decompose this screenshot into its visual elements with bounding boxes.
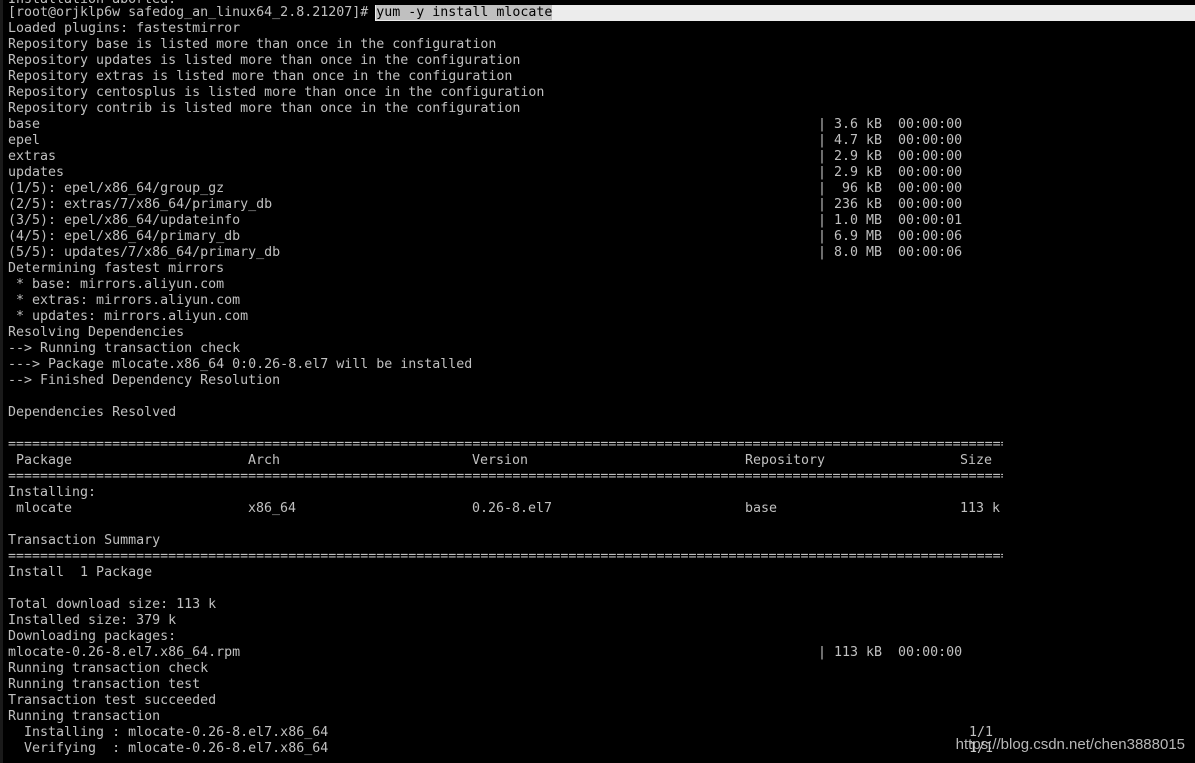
cell-arch: x86_64 xyxy=(248,501,297,516)
log-line: * updates: mirrors.aliyun.com xyxy=(8,309,249,324)
download-size: | 8.0 MB 00:00:06 xyxy=(818,245,963,260)
download-line: base | 3.6 kB 00:00:00 xyxy=(8,117,1188,133)
download-name: (2/5): extras/7/x86_64/primary_db xyxy=(8,197,273,212)
log-line: ---> Package mlocate.x86_64 0:0.26-8.el7… xyxy=(8,357,473,372)
download-line: (5/5): updates/7/x86_64/primary_db | 8.0 … xyxy=(8,245,1188,261)
rpm-size: | 113 kB 00:00:00 xyxy=(818,645,963,660)
log-line: Dependencies Resolved xyxy=(8,405,177,420)
download-line: (2/5): extras/7/x86_64/primary_db | 236 k… xyxy=(8,197,1188,213)
download-size: | 1.0 MB 00:00:01 xyxy=(818,213,963,228)
header-arch: Arch xyxy=(248,453,281,468)
log-line: Running transaction xyxy=(8,709,161,724)
download-name: extras xyxy=(8,149,57,164)
download-size: | 96 kB 00:00:00 xyxy=(818,181,963,196)
download-name: epel xyxy=(8,133,41,148)
terminal-window[interactable]: Installation aborted. [root@orjklp6w saf… xyxy=(0,0,1195,763)
window-edge xyxy=(0,0,3,763)
cell-size: 113 k xyxy=(960,501,1001,516)
log-line: --> Running transaction check xyxy=(8,341,241,356)
log-line: Repository updates is listed more than o… xyxy=(8,53,521,68)
rpm-download-line: mlocate-0.26-8.el7.x86_64.rpm | 113 kB 00… xyxy=(8,645,1188,661)
log-line: Loaded plugins: fastestmirror xyxy=(8,21,241,36)
table-header-row: Package Arch Version Repository Size xyxy=(8,453,1188,469)
table-section-label: Installing: xyxy=(8,485,97,500)
typed-command: yum -y install mlocate xyxy=(376,5,553,20)
download-name: (5/5): updates/7/x86_64/primary_db xyxy=(8,245,281,260)
download-name: updates xyxy=(8,165,65,180)
terminal-output[interactable]: [root@orjklp6w safedog_an_linux64_2.8.21… xyxy=(8,5,1188,757)
table-rule: ========================================… xyxy=(8,469,1003,484)
download-line: (3/5): epel/x86_64/updateinfo | 1.0 MB 00… xyxy=(8,213,1188,229)
table-rule: ========================================… xyxy=(8,437,1003,452)
prompt-line: [root@orjklp6w safedog_an_linux64_2.8.21… xyxy=(8,5,1188,21)
download-line: epel | 4.7 kB 00:00:00 xyxy=(8,133,1188,149)
summary-rule: ========================================… xyxy=(8,549,1003,564)
cell-version: 0.26-8.el7 xyxy=(472,501,553,516)
log-line: Installed size: 379 k xyxy=(8,613,177,628)
download-size: | 4.7 kB 00:00:00 xyxy=(818,133,963,148)
cell-package: mlocate xyxy=(8,501,73,516)
shell-prompt: [root@orjklp6w safedog_an_linux64_2.8.21… xyxy=(8,5,377,20)
step-text: Verifying : mlocate-0.26-8.el7.x86_64 xyxy=(8,741,329,756)
download-size: | 2.9 kB 00:00:00 xyxy=(818,165,963,180)
download-size: | 3.6 kB 00:00:00 xyxy=(818,117,963,132)
download-name: base xyxy=(8,117,41,132)
log-line: Total download size: 113 k xyxy=(8,597,217,612)
log-line: * base: mirrors.aliyun.com xyxy=(8,277,225,292)
download-name: (3/5): epel/x86_64/updateinfo xyxy=(8,213,241,228)
log-line: Downloading packages: xyxy=(8,629,177,644)
log-line: Running transaction check xyxy=(8,661,209,676)
log-line: Repository contrib is listed more than o… xyxy=(8,101,521,116)
header-package: Package xyxy=(8,453,73,468)
download-line: (1/5): epel/x86_64/group_gz | 96 kB 00:00… xyxy=(8,181,1188,197)
cell-repository: base xyxy=(745,501,778,516)
header-size: Size xyxy=(960,453,993,468)
log-line: Repository centosplus is listed more tha… xyxy=(8,85,545,100)
download-line: (4/5): epel/x86_64/primary_db | 6.9 MB 00… xyxy=(8,229,1188,245)
summary-title: Transaction Summary xyxy=(8,533,161,548)
download-line: extras | 2.9 kB 00:00:00 xyxy=(8,149,1188,165)
step-text: Installing : mlocate-0.26-8.el7.x86_64 xyxy=(8,725,329,740)
log-line: Transaction test succeeded xyxy=(8,693,217,708)
header-repository: Repository xyxy=(745,453,826,468)
install-count-line: Install 1 Package xyxy=(8,565,153,580)
log-line: Running transaction test xyxy=(8,677,201,692)
download-size: | 6.9 MB 00:00:06 xyxy=(818,229,963,244)
log-line: Repository base is listed more than once… xyxy=(8,37,497,52)
table-row: mlocate x86_64 0.26-8.el7 base 113 k xyxy=(8,501,1188,517)
download-name: (4/5): epel/x86_64/primary_db xyxy=(8,229,241,244)
download-name: (1/5): epel/x86_64/group_gz xyxy=(8,181,225,196)
log-line: Repository extras is listed more than on… xyxy=(8,69,513,84)
rpm-name: mlocate-0.26-8.el7.x86_64.rpm xyxy=(8,645,241,660)
log-line: Resolving Dependencies xyxy=(8,325,185,340)
watermark: https://blog.csdn.net/chen3888015 xyxy=(955,736,1185,753)
header-version: Version xyxy=(472,453,529,468)
log-line: --> Finished Dependency Resolution xyxy=(8,373,281,388)
download-size: | 2.9 kB 00:00:00 xyxy=(818,149,963,164)
download-size: | 236 kB 00:00:00 xyxy=(818,197,963,212)
log-line: Determining fastest mirrors xyxy=(8,261,225,276)
log-line: * extras: mirrors.aliyun.com xyxy=(8,293,241,308)
download-line: updates | 2.9 kB 00:00:00 xyxy=(8,165,1188,181)
